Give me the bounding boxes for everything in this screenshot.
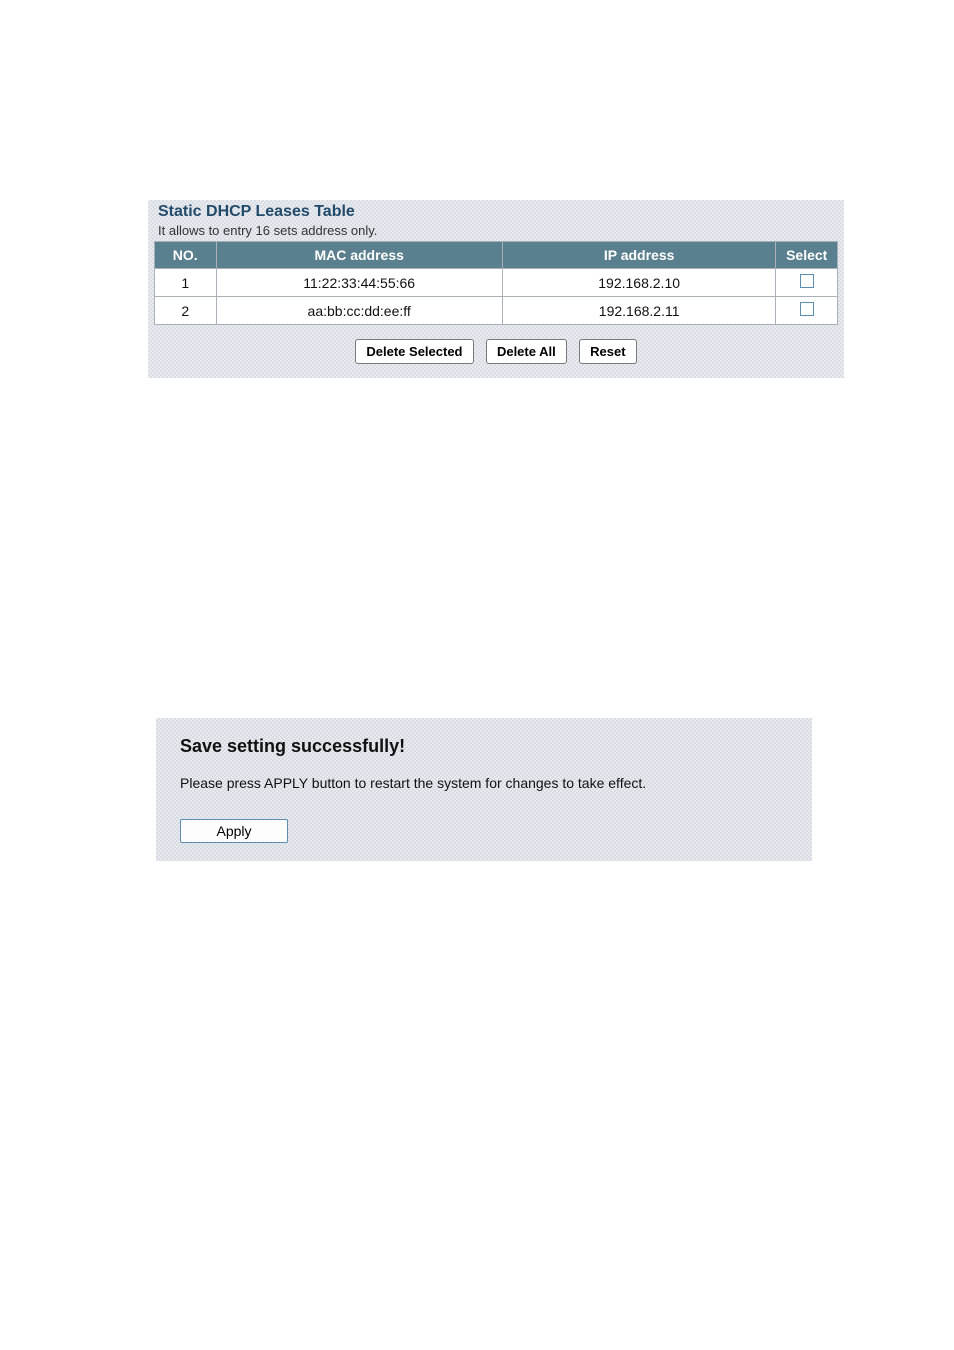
cell-mac: aa:bb:cc:dd:ee:ff: [216, 297, 502, 325]
col-no: NO.: [155, 242, 217, 269]
save-title: Save setting successfully!: [180, 736, 788, 757]
col-ip: IP address: [502, 242, 776, 269]
delete-selected-button[interactable]: Delete Selected: [355, 339, 473, 364]
cell-ip: 192.168.2.11: [502, 297, 776, 325]
cell-ip: 192.168.2.10: [502, 269, 776, 297]
col-select: Select: [776, 242, 838, 269]
apply-button[interactable]: Apply: [180, 819, 288, 843]
static-dhcp-leases-panel: Static DHCP Leases Table It allows to en…: [148, 200, 844, 378]
delete-all-button[interactable]: Delete All: [486, 339, 567, 364]
col-mac: MAC address: [216, 242, 502, 269]
panel-subtitle: It allows to entry 16 sets address only.: [158, 223, 838, 238]
cell-select: [776, 297, 838, 325]
save-message: Please press APPLY button to restart the…: [180, 775, 788, 791]
cell-select: [776, 269, 838, 297]
button-row: Delete Selected Delete All Reset: [154, 339, 838, 364]
cell-mac: 11:22:33:44:55:66: [216, 269, 502, 297]
select-checkbox[interactable]: [800, 274, 814, 288]
table-row: 1 11:22:33:44:55:66 192.168.2.10: [155, 269, 838, 297]
reset-button[interactable]: Reset: [579, 339, 636, 364]
leases-table: NO. MAC address IP address Select 1 11:2…: [154, 241, 838, 325]
cell-no: 1: [155, 269, 217, 297]
cell-no: 2: [155, 297, 217, 325]
save-panel: Save setting successfully! Please press …: [156, 718, 812, 861]
panel-title: Static DHCP Leases Table: [158, 203, 838, 221]
table-row: 2 aa:bb:cc:dd:ee:ff 192.168.2.11: [155, 297, 838, 325]
select-checkbox[interactable]: [800, 302, 814, 316]
